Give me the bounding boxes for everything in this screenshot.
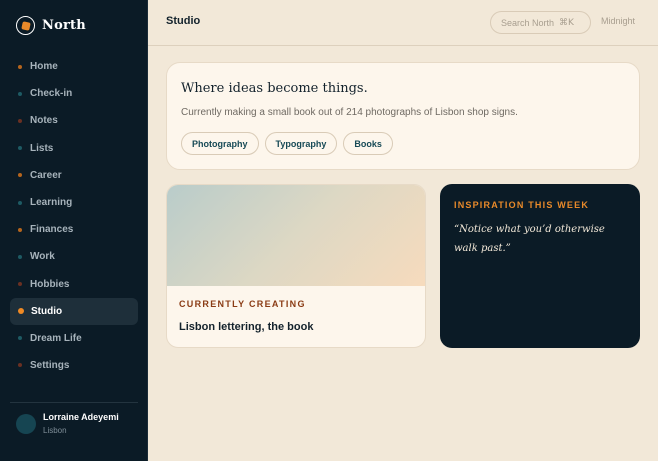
dot-icon — [18, 363, 22, 368]
project-cover-image — [167, 185, 425, 286]
north-logo-icon — [16, 16, 35, 35]
tag-chips: Photography Typography Books — [181, 132, 399, 155]
brand-name: North — [42, 18, 86, 33]
dot-icon — [18, 91, 22, 96]
sidebar-nav: Home Check-in Notes Lists Career Learnin… — [10, 53, 138, 379]
studio-hero-card: Where ideas become things. Currently mak… — [166, 62, 640, 170]
profile-location: Lisbon — [43, 426, 67, 435]
sidebar-item-label: Settings — [30, 359, 70, 371]
top-bar: Studio Search North ⌘K Midnight — [148, 0, 658, 46]
sidebar-item-label: Notes — [30, 115, 58, 127]
sidebar-item-notes[interactable]: Notes — [10, 107, 138, 134]
inspiration-card: INSPIRATION THIS WEEK “Notice what you’d… — [440, 184, 640, 348]
inspiration-quote: “Notice what you’d otherwise walk past.” — [454, 224, 605, 254]
sidebar-item-hobbies[interactable]: Hobbies — [10, 271, 138, 298]
dot-icon — [18, 227, 22, 232]
brand[interactable]: North — [16, 16, 86, 35]
sidebar-item-finances[interactable]: Finances — [10, 216, 138, 243]
profile-name: Lorraine Adeyemi — [43, 412, 119, 422]
inspiration-kicker: INSPIRATION THIS WEEK — [454, 200, 590, 210]
sidebar-item-label: Finances — [30, 224, 74, 236]
sidebar-item-label: Hobbies — [30, 278, 70, 290]
page-title: Studio — [166, 15, 201, 27]
dot-icon — [18, 254, 22, 259]
sidebar-item-check-in[interactable]: Check-in — [10, 80, 138, 107]
sidebar-item-label: Studio — [31, 305, 63, 317]
sidebar-item-label: Dream Life — [30, 332, 82, 344]
dot-icon — [18, 308, 24, 315]
hero-title: Where ideas become things. — [181, 81, 368, 96]
chip-photography[interactable]: Photography — [181, 132, 259, 155]
avatar — [16, 413, 36, 434]
sidebar-item-label: Learning — [30, 197, 73, 209]
theme-toggle[interactable]: Midnight — [601, 16, 635, 26]
sidebar-item-learning[interactable]: Learning — [10, 189, 138, 216]
dot-icon — [18, 146, 22, 151]
sidebar-item-dream-life[interactable]: Dream Life — [10, 325, 138, 352]
sidebar-item-lists[interactable]: Lists — [10, 135, 138, 162]
sidebar-item-label: Work — [30, 251, 55, 263]
sidebar-item-studio[interactable]: Studio — [10, 297, 138, 325]
user-profile[interactable]: Lorraine Adeyemi Lisbon — [16, 412, 119, 435]
dot-icon — [18, 336, 22, 341]
sidebar-divider — [10, 402, 138, 403]
dot-icon — [18, 282, 22, 287]
chip-books[interactable]: Books — [343, 132, 393, 155]
dot-icon — [18, 118, 22, 123]
sidebar-item-work[interactable]: Work — [10, 243, 138, 270]
chip-typography[interactable]: Typography — [264, 132, 338, 155]
search-placeholder: Search North — [501, 17, 555, 28]
sidebar-item-label: Check-in — [30, 88, 73, 100]
sidebar-item-label: Lists — [30, 142, 54, 154]
search-input[interactable]: Search North ⌘K — [490, 11, 591, 34]
sidebar-item-home[interactable]: Home — [10, 53, 138, 80]
hero-subtitle: Currently making a small book out of 214… — [181, 107, 518, 118]
sidebar-item-label: Home — [30, 61, 58, 73]
command-k-shortcut: ⌘K — [559, 17, 574, 28]
profile-text: Lorraine Adeyemi Lisbon — [43, 412, 119, 435]
card-kicker: CURRENTLY CREATING — [179, 299, 306, 309]
dot-icon — [18, 64, 22, 69]
card-title: Lisbon lettering, the book — [179, 321, 314, 333]
dot-icon — [18, 200, 22, 205]
sidebar: North Home Check-in Notes Lists Career L… — [0, 0, 148, 461]
sidebar-item-settings[interactable]: Settings — [10, 352, 138, 379]
currently-creating-card[interactable]: CURRENTLY CREATING Lisbon lettering, the… — [166, 184, 426, 348]
dot-icon — [18, 173, 22, 178]
sidebar-item-career[interactable]: Career — [10, 162, 138, 189]
sidebar-item-label: Career — [30, 169, 62, 181]
